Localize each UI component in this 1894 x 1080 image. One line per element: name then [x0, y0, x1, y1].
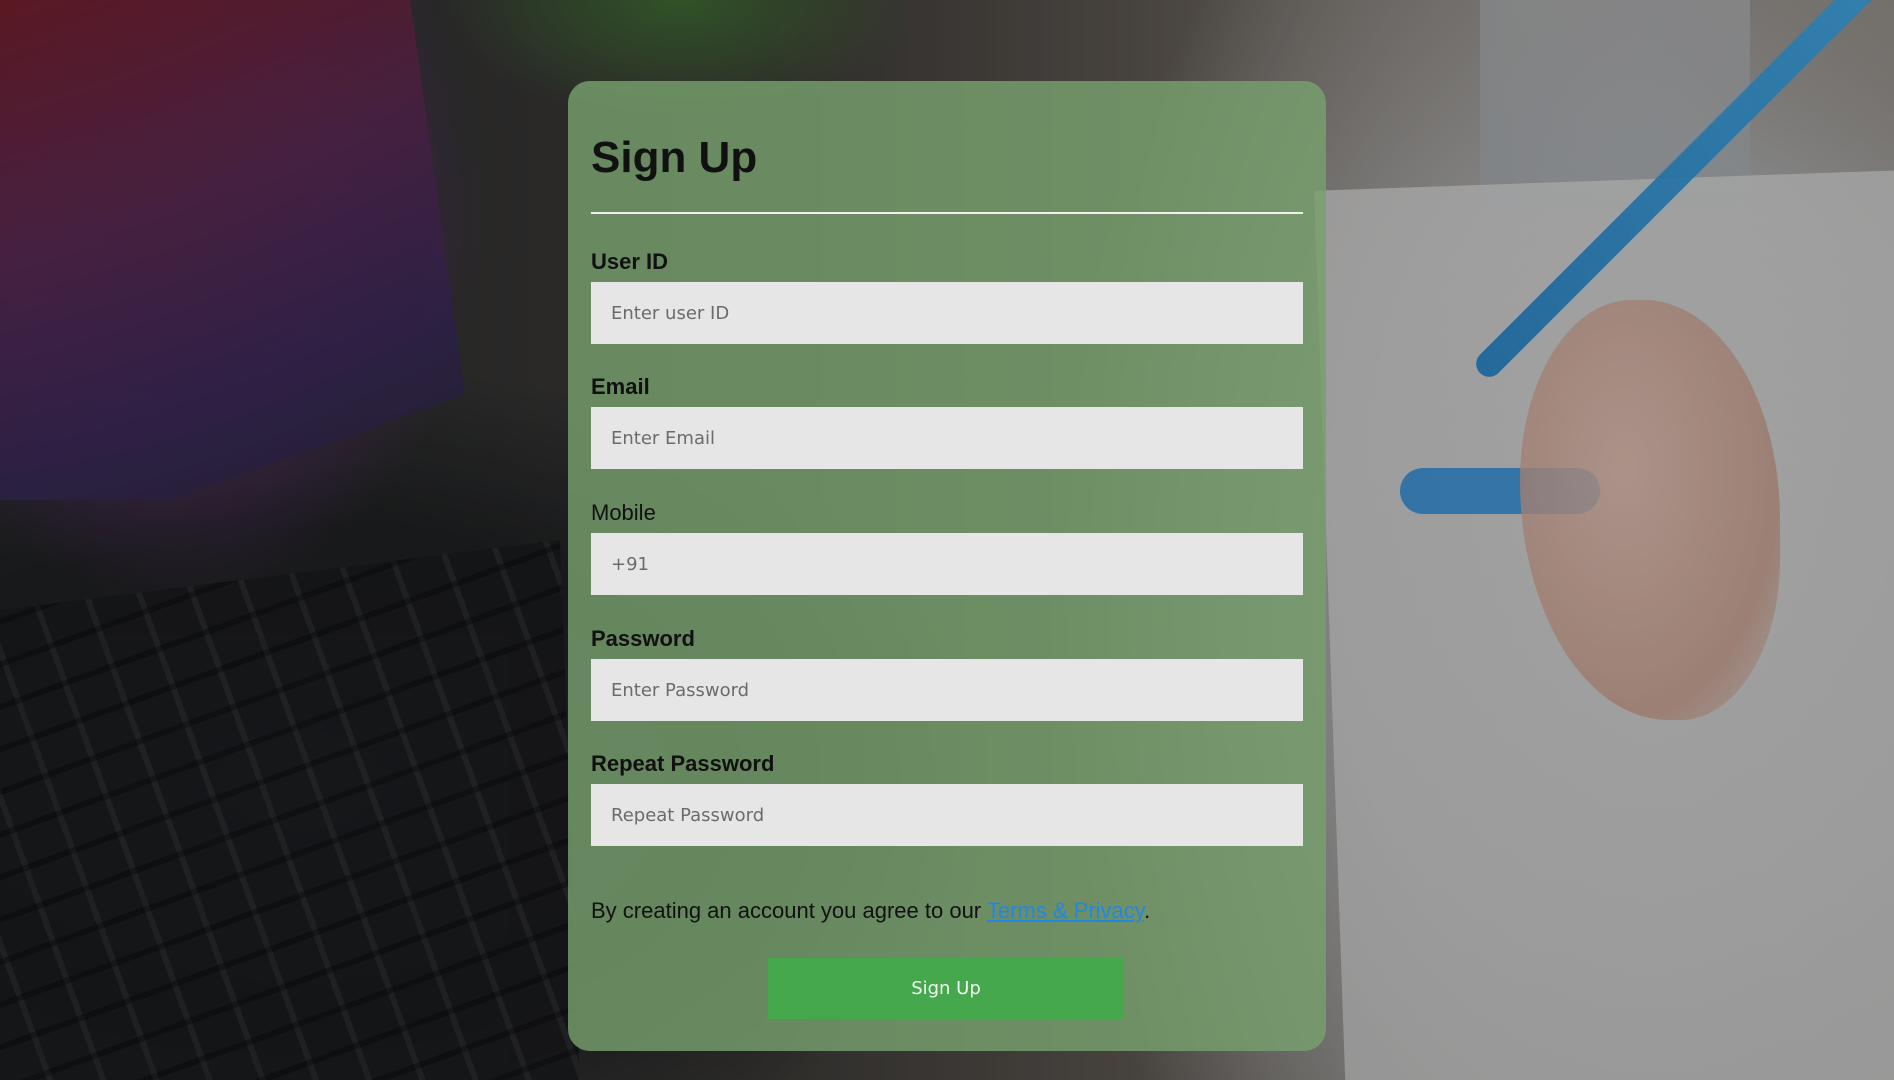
password-input[interactable] [591, 659, 1303, 721]
terms-text: By creating an account you agree to our [591, 898, 987, 923]
repeat-password-label: Repeat Password [591, 751, 775, 776]
password-label: Password [591, 626, 695, 651]
user-id-input[interactable] [591, 282, 1303, 344]
email-label: Email [591, 374, 650, 399]
form-title: Sign Up [591, 133, 758, 182]
terms-privacy-link[interactable]: Terms & Privacy [987, 898, 1144, 923]
email-input[interactable] [591, 407, 1303, 469]
user-id-label: User ID [591, 249, 669, 274]
mobile-label: Mobile [591, 500, 656, 525]
terms-notice: By creating an account you agree to our … [591, 898, 1150, 924]
terms-suffix: . [1144, 898, 1151, 923]
signup-form: Sign Up User ID Email Mobile Password Re… [568, 81, 1326, 1051]
title-divider [591, 212, 1303, 214]
sign-up-button[interactable]: Sign Up [768, 958, 1124, 1019]
repeat-password-input[interactable] [591, 784, 1303, 846]
mobile-input[interactable] [591, 533, 1303, 595]
